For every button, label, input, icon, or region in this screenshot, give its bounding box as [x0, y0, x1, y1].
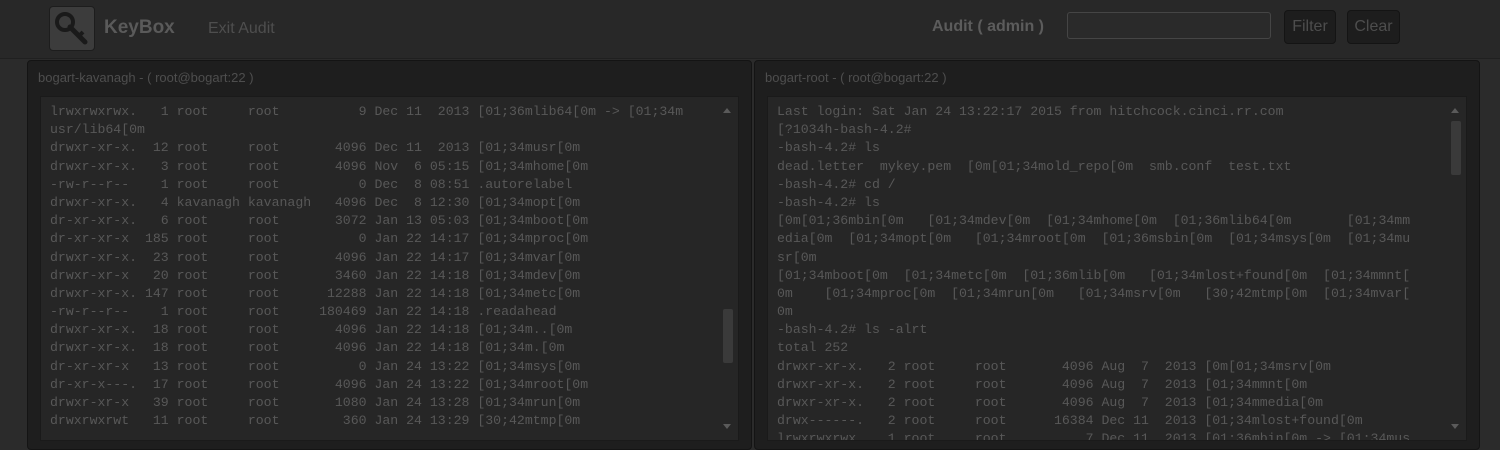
terminal-line: Last login: Sat Jan 24 13:22:17 2015 fro…	[777, 104, 1284, 119]
terminal-line: lrwxrwxrwx. 1 root root 7 Dec 11 2013 [0…	[777, 431, 1411, 441]
terminal-line: drwx------. 2 root root 16384 Dec 11 201…	[777, 413, 1363, 429]
keybox-logo[interactable]	[49, 6, 95, 51]
terminal-line: -bash-4.2# cd /	[777, 176, 896, 192]
terminal-line: dr-xr-xr-x. 6 root root 3072 Jan 13 05:0…	[50, 213, 589, 229]
terminal-line: 0m	[777, 304, 793, 320]
scroll-up-icon[interactable]	[723, 108, 731, 113]
terminal-line: drwxr-xr-x. 3 root root 4096 Nov 6 05:15…	[50, 158, 589, 174]
terminal-line: sr[0m	[777, 249, 817, 265]
terminal-panel-root: bogart-root - ( root@bogart:22 ) Last lo…	[754, 60, 1480, 450]
terminal-line: [?1034h-bash-4.2#	[777, 122, 912, 138]
scroll-down-icon[interactable]	[723, 424, 731, 429]
terminal-line: dr-xr-x---. 17 root root 4096 Jan 24 13:…	[50, 376, 589, 392]
terminal-line: drwxr-xr-x 39 root root 1080 Jan 24 13:2…	[50, 395, 581, 410]
terminal-line: drwxr-xr-x 20 root root 3460 Jan 22 14:1…	[50, 267, 581, 283]
terminal-line: drwxr-xr-x. 12 root root 4096 Dec 11 201…	[50, 140, 581, 156]
panel-title: bogart-kavanagh - ( root@bogart:22 )	[38, 70, 254, 85]
terminal-line: [0m[01;36mbin[0m [01;34mdev[0m [01;34mho…	[777, 213, 1411, 229]
scroll-thumb[interactable]	[723, 309, 733, 363]
terminal-output[interactable]: Last login: Sat Jan 24 13:22:17 2015 fro…	[767, 96, 1467, 441]
scrollbar[interactable]	[1446, 97, 1466, 440]
filter-input[interactable]	[1067, 12, 1271, 39]
terminal-line: drwxr-xr-x. 2 root root 4096 Aug 7 2013 …	[777, 376, 1308, 392]
terminal-line: drwxr-xr-x. 18 root root 4096 Jan 22 14:…	[50, 340, 565, 356]
terminal-line: dead.letter mykey.pem [0m[01;34mold_repo…	[777, 158, 1292, 174]
brand-name[interactable]: KeyBox	[104, 17, 175, 39]
exit-audit-link[interactable]: Exit Audit	[208, 20, 275, 38]
terminal-line: edia[0m [01;34mopt[0m [01;34mroot[0m [01…	[777, 231, 1411, 247]
terminal-line: drwxr-xr-x. 4 kavanagh kavanagh 4096 Dec…	[50, 194, 581, 210]
terminal-line: 0m [01;34mproc[0m [01;34mrun[0m [01;34ms…	[777, 285, 1411, 301]
terminal-line: [01;34mboot[0m [01;34metc[0m [01;36mlib[…	[777, 267, 1411, 283]
terminal-line: -rw-r--r-- 1 root root 180469 Jan 22 14:…	[50, 304, 557, 320]
terminal-line: drwxr-xr-x. 2 root root 4096 Aug 7 2013 …	[777, 395, 1324, 410]
terminal-line: dr-xr-xr-x 185 root root 0 Jan 22 14:17 …	[50, 231, 589, 247]
scroll-up-icon[interactable]	[1451, 108, 1459, 113]
terminal-line: -bash-4.2# ls	[777, 194, 880, 210]
terminal-lines: Last login: Sat Jan 24 13:22:17 2015 fro…	[777, 103, 1440, 441]
key-icon	[55, 12, 88, 45]
terminal-line: drwxr-xr-x. 2 root root 4096 Aug 7 2013 …	[777, 358, 1331, 374]
terminal-line: dr-xr-xr-x 13 root root 0 Jan 24 13:22 […	[50, 358, 581, 374]
terminal-line: -rw-r--r-- 1 root root 0 Dec 8 08:51 .au…	[50, 176, 573, 192]
scrollbar[interactable]	[718, 97, 738, 440]
audit-user-label: Audit ( admin )	[932, 18, 1044, 35]
terminal-line: drwxr-xr-x. 23 root root 4096 Jan 22 14:…	[50, 249, 581, 265]
terminal-line: usr/lib64[0m	[50, 122, 145, 138]
terminal-line: drwxrwxrwt 11 root root 360 Jan 24 13:29…	[50, 413, 581, 429]
terminal-output[interactable]: lrwxrwxrwx. 1 root root 9 Dec 11 2013 [0…	[40, 96, 739, 441]
terminal-line: total 252	[777, 340, 849, 356]
scroll-thumb[interactable]	[1451, 121, 1461, 175]
scroll-down-icon[interactable]	[1451, 424, 1459, 429]
clear-button[interactable]: Clear	[1347, 10, 1400, 44]
top-navbar: KeyBox Exit Audit Audit ( admin ) Filter…	[0, 0, 1500, 59]
terminal-line: drwxr-xr-x. 18 root root 4096 Jan 22 14:…	[50, 322, 573, 338]
panel-title: bogart-root - ( root@bogart:22 )	[765, 70, 947, 85]
terminal-line: drwxr-xr-x. 147 root root 12288 Jan 22 1…	[50, 285, 581, 301]
terminal-line: -bash-4.2# ls	[777, 140, 880, 156]
terminal-line: -bash-4.2# ls -alrt	[777, 322, 928, 338]
filter-button[interactable]: Filter	[1284, 10, 1336, 44]
terminal-lines: lrwxrwxrwx. 1 root root 9 Dec 11 2013 [0…	[50, 103, 712, 430]
terminal-panel-kavanagh: bogart-kavanagh - ( root@bogart:22 ) lrw…	[27, 60, 752, 450]
terminal-line: lrwxrwxrwx. 1 root root 9 Dec 11 2013 [0…	[50, 104, 684, 119]
